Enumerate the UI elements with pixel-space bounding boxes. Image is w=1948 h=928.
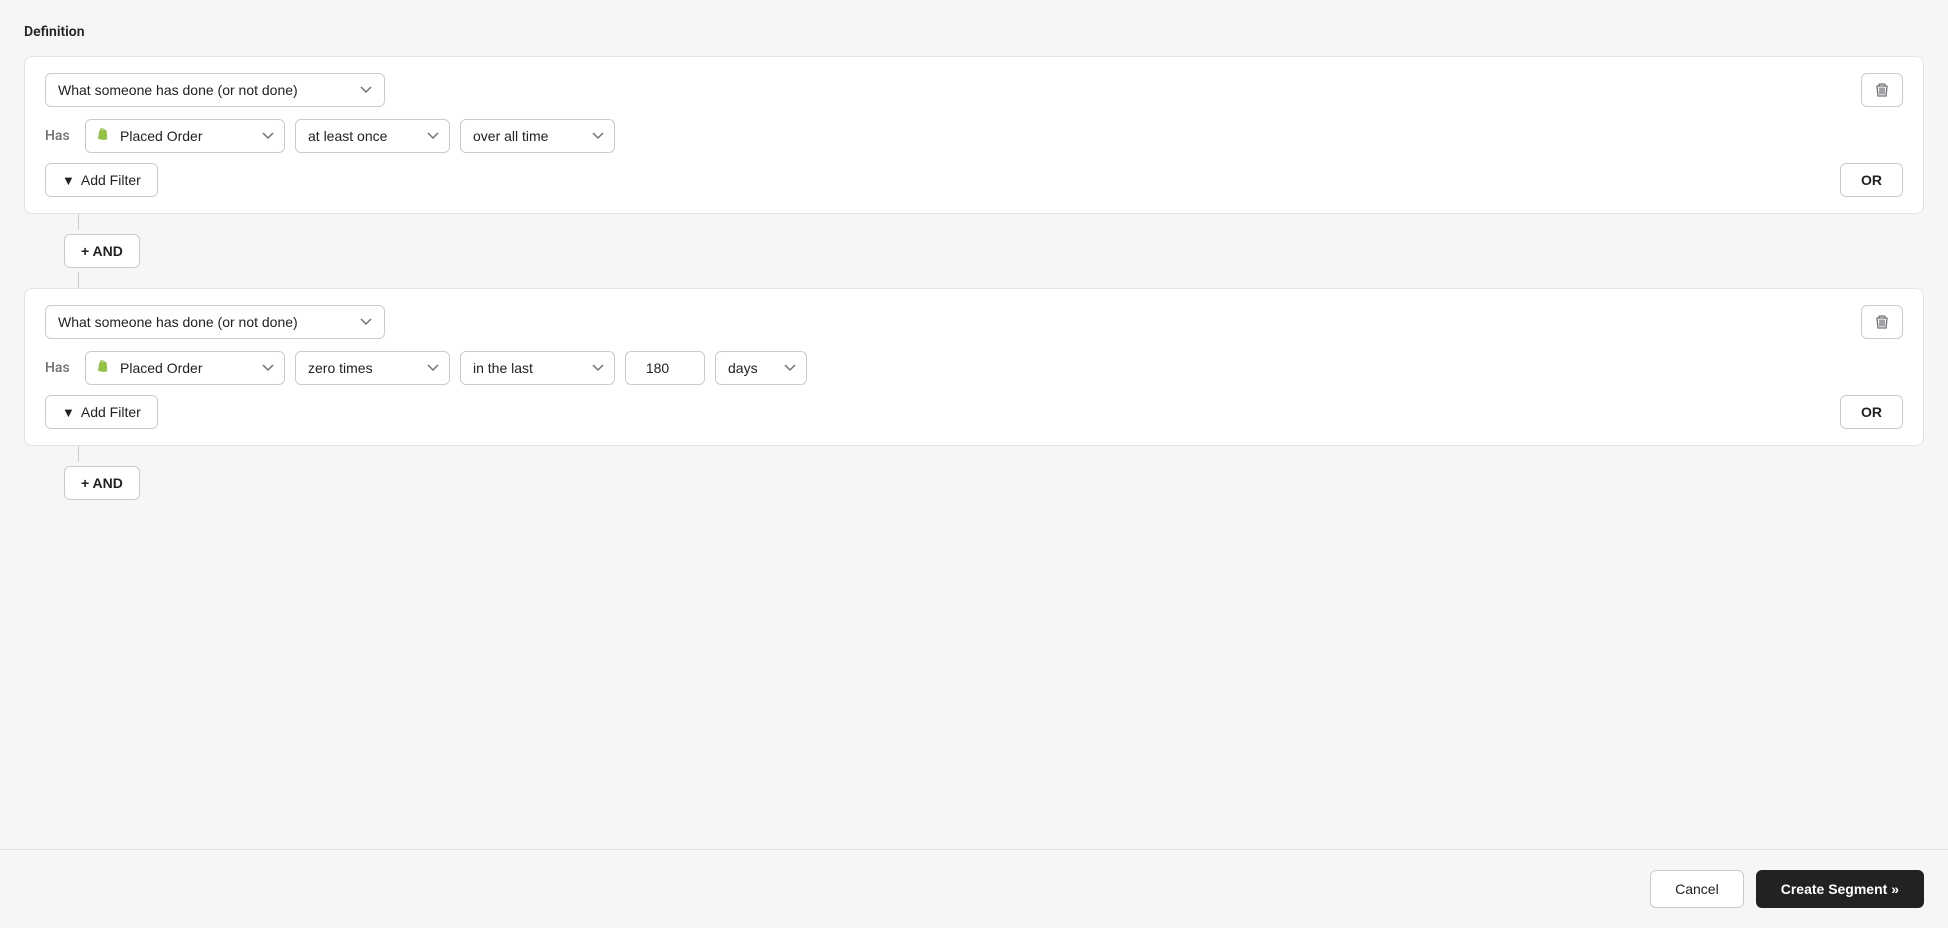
- condition-2-frequency-select[interactable]: at least once zero times exactly at leas…: [295, 351, 450, 385]
- condition-1-actions-row: ▼ Add Filter OR: [45, 163, 1903, 197]
- create-segment-button[interactable]: Create Segment »: [1756, 870, 1924, 908]
- condition-2-add-filter-button[interactable]: ▼ Add Filter: [45, 395, 158, 429]
- and-connector-1: + AND: [24, 214, 1924, 288]
- condition-1-main-select[interactable]: What someone has done (or not done) Prop…: [45, 73, 385, 107]
- and-line-1b: [78, 272, 79, 288]
- condition-1-frequency-select[interactable]: at least once zero times exactly at leas…: [295, 119, 450, 153]
- and-button-2[interactable]: + AND: [64, 466, 140, 500]
- page-title: Definition: [24, 24, 1924, 40]
- and-connector-2: + AND: [24, 446, 1924, 504]
- trash-icon: [1874, 82, 1890, 98]
- condition-2-event-select[interactable]: Placed Order Viewed Product Added to Car…: [85, 351, 285, 385]
- condition-2-main-select-wrapper: What someone has done (or not done) Prop…: [45, 305, 385, 339]
- filter-icon-1: ▼: [62, 173, 75, 188]
- condition-1-main-select-wrapper: What someone has done (or not done) Prop…: [45, 73, 385, 107]
- condition-1-has-label: Has: [45, 128, 75, 144]
- condition-2-number-input[interactable]: 180: [625, 351, 705, 385]
- condition-2-has-label: Has: [45, 360, 75, 376]
- condition-1-event-wrapper: Placed Order Viewed Product Added to Car…: [85, 119, 285, 153]
- condition-block-1: What someone has done (or not done) Prop…: [24, 56, 1924, 214]
- condition-1-has-row: Has Placed Order Viewed Product Added to…: [45, 119, 1903, 153]
- trash-icon-2: [1874, 314, 1890, 330]
- filter-icon-2: ▼: [62, 405, 75, 420]
- condition-2-time-select[interactable]: over all time in the last before after b…: [460, 351, 615, 385]
- condition-2-event-wrapper: Placed Order Viewed Product Added to Car…: [85, 351, 285, 385]
- condition-1-top-row: What someone has done (or not done) Prop…: [45, 73, 1903, 107]
- condition-2-days-select[interactable]: days weeks months years: [715, 351, 807, 385]
- condition-2-top-row: What someone has done (or not done) Prop…: [45, 305, 1903, 339]
- cancel-button[interactable]: Cancel: [1650, 870, 1744, 908]
- condition-2-actions-row: ▼ Add Filter OR: [45, 395, 1903, 429]
- condition-2-delete-button[interactable]: [1861, 305, 1903, 339]
- condition-1-add-filter-button[interactable]: ▼ Add Filter: [45, 163, 158, 197]
- and-line-2: [78, 446, 79, 462]
- condition-1-time-select[interactable]: over all time in the last before after b…: [460, 119, 615, 153]
- and-line-1: [78, 214, 79, 230]
- and-button-1[interactable]: + AND: [64, 234, 140, 268]
- footer-bar: Cancel Create Segment »: [0, 849, 1948, 928]
- condition-2-has-row: Has Placed Order Viewed Product Added to…: [45, 351, 1903, 385]
- condition-1-or-button[interactable]: OR: [1840, 163, 1903, 197]
- condition-2-or-button[interactable]: OR: [1840, 395, 1903, 429]
- condition-2-add-filter-label: Add Filter: [81, 404, 141, 420]
- condition-1-delete-button[interactable]: [1861, 73, 1903, 107]
- condition-1-event-select[interactable]: Placed Order Viewed Product Added to Car…: [85, 119, 285, 153]
- condition-1-add-filter-label: Add Filter: [81, 172, 141, 188]
- condition-2-main-select[interactable]: What someone has done (or not done) Prop…: [45, 305, 385, 339]
- condition-block-2: What someone has done (or not done) Prop…: [24, 288, 1924, 446]
